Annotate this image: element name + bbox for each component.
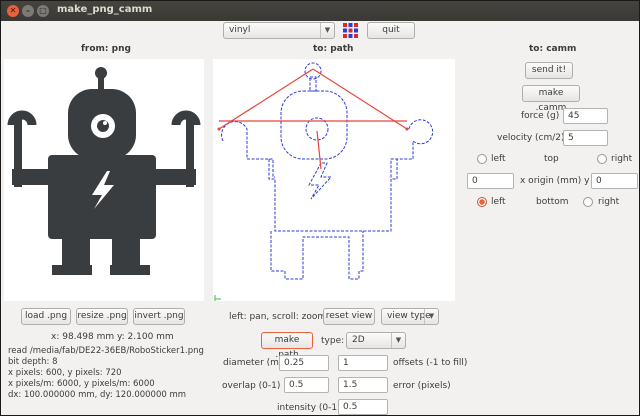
color-grid-icon[interactable] <box>342 22 359 39</box>
origin-bottom-label: bottom <box>536 197 569 207</box>
make-camm-button[interactable]: make .camm <box>522 85 580 113</box>
load-png-button[interactable]: load .png <box>21 308 71 325</box>
origin-y-input[interactable]: 0 <box>591 173 638 189</box>
type-label: type: <box>321 336 345 346</box>
velocity-input[interactable]: 5 <box>563 130 608 146</box>
send-it-button[interactable]: send it! <box>525 62 573 79</box>
origin-bottom-right-label: right <box>598 197 620 207</box>
view-type-select[interactable]: view type ▼ <box>381 308 439 325</box>
minimize-icon[interactable]: – <box>22 5 34 17</box>
info-line: x pixels: 600, y pixels: 720 <box>8 368 122 378</box>
origin-top-left-radio[interactable] <box>477 154 487 164</box>
intensity-input[interactable]: 0.5 <box>338 399 388 415</box>
origin-bottom-left-radio[interactable] <box>477 197 487 207</box>
error-label: error (pixels) <box>393 381 451 391</box>
pan-zoom-hint: left: pan, scroll: zoom <box>229 312 327 322</box>
offsets-label: offsets (-1 to fill) <box>393 358 468 368</box>
invert-png-button[interactable]: invert .png <box>133 308 185 325</box>
title-bar: ✕ – □ make_png_camm <box>1 1 639 21</box>
robot-image <box>7 67 201 275</box>
chevron-down-icon: ▼ <box>391 333 405 348</box>
intensity-label: intensity (0-1) <box>277 403 341 413</box>
make-path-button[interactable]: make .path <box>261 332 313 360</box>
offsets-input[interactable]: 1 <box>338 355 388 371</box>
origin-x-input[interactable]: 0 <box>467 173 514 189</box>
to-camm-heading: to: camm <box>529 44 577 54</box>
origin-bottom-left-label: left <box>491 197 506 207</box>
origin-bottom-right-radio[interactable] <box>583 197 593 207</box>
close-icon[interactable]: ✕ <box>7 5 19 17</box>
chevron-down-icon: ▼ <box>424 309 438 324</box>
info-line: bit depth: 8 <box>8 357 58 367</box>
chevron-down-icon: ▼ <box>320 23 334 38</box>
reset-view-button[interactable]: reset view <box>323 308 375 325</box>
force-label: force (g) <box>521 111 560 121</box>
overlap-input[interactable]: 0.5 <box>284 377 329 393</box>
cursor-coords: x: 98.498 mm y: 2.100 mm <box>51 332 174 342</box>
quit-button[interactable]: quit <box>367 22 415 39</box>
path-type-value: 2D <box>352 335 365 345</box>
info-line: dx: 100.000000 mm, dy: 120.000000 mm <box>8 390 187 400</box>
machine-select-value: vinyl <box>229 25 251 35</box>
error-input[interactable]: 1.5 <box>338 377 388 393</box>
machine-select[interactable]: vinyl ▼ <box>223 22 335 39</box>
velocity-label: velocity (cm/2) <box>497 133 565 143</box>
maximize-icon[interactable]: □ <box>37 5 49 17</box>
origin-top-right-label: right <box>611 154 633 164</box>
force-input[interactable]: 45 <box>563 108 608 124</box>
path-canvas[interactable] <box>213 59 455 301</box>
path-type-select[interactable]: 2D ▼ <box>346 332 406 349</box>
to-path-heading: to: path <box>313 44 354 54</box>
window-title: make_png_camm <box>57 4 153 15</box>
path-view <box>214 62 434 301</box>
overlap-label: overlap (0-1) <box>222 381 281 391</box>
diameter-input[interactable]: 0.25 <box>279 355 329 371</box>
from-png-heading: from: png <box>81 44 131 54</box>
resize-png-button[interactable]: resize .png <box>76 308 128 325</box>
app-window: ✕ – □ make_png_camm vinyl ▼ quit from: p… <box>0 0 640 416</box>
file-info: read /media/fab/DE22-36EB/RoboSticker1.p… <box>8 346 218 401</box>
info-line: x pixels/m: 6000, y pixels/m: 6000 <box>8 379 155 389</box>
origin-label: x origin (mm) y <box>520 176 590 186</box>
origin-top-right-radio[interactable] <box>597 154 607 164</box>
png-preview[interactable] <box>4 59 204 301</box>
info-line: read /media/fab/DE22-36EB/RoboSticker1.p… <box>8 346 204 356</box>
origin-top-left-label: left <box>491 154 506 164</box>
origin-top-label: top <box>544 154 559 164</box>
